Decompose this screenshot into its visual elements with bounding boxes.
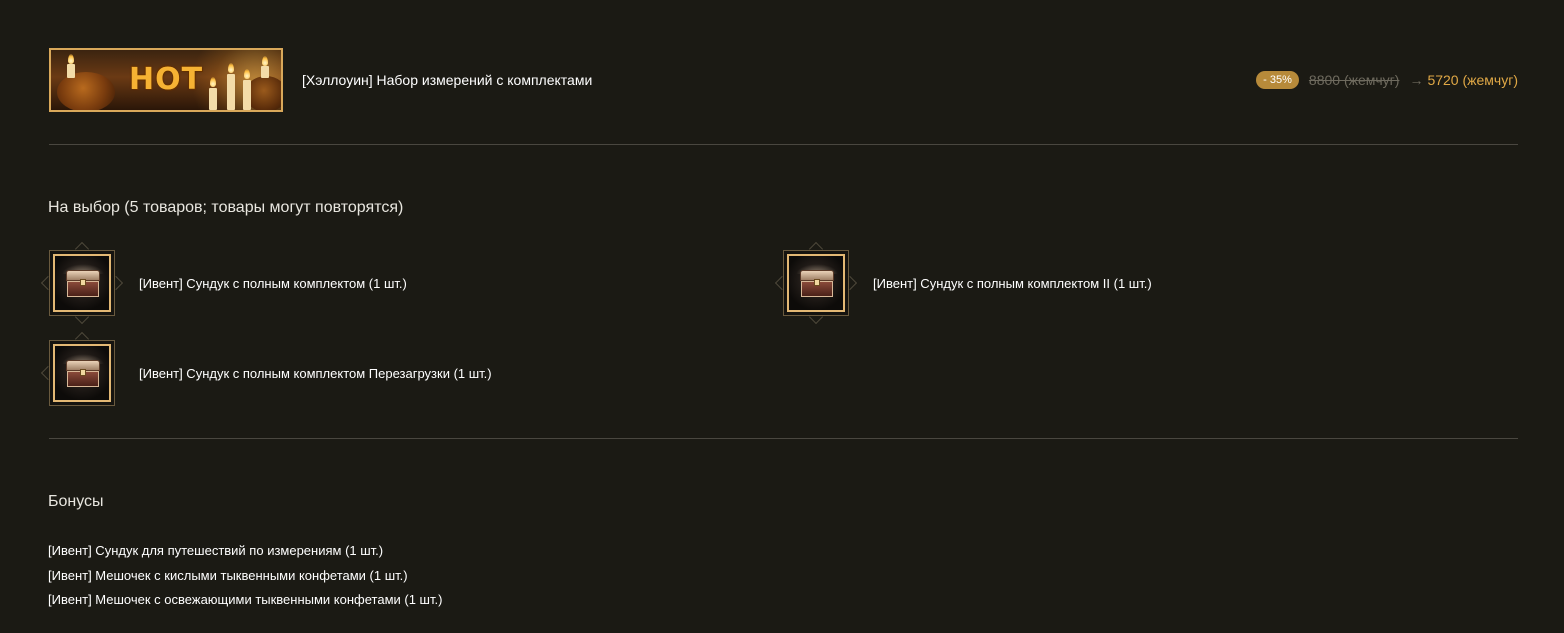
product-title[interactable]: [Хэллоуин] Набор измерений с комплектами	[302, 72, 592, 88]
chest-icon	[53, 344, 111, 402]
divider	[49, 144, 1518, 145]
candle-icon	[261, 66, 269, 78]
item-slot[interactable]	[774, 241, 858, 325]
item-slot[interactable]	[40, 241, 124, 325]
bonus-section-title: Бонусы	[48, 493, 104, 510]
candle-icon	[227, 74, 235, 110]
bonus-item: [Ивент] Мешочек с освежающими тыквенными…	[48, 592, 443, 607]
divider	[49, 438, 1518, 439]
choice-item[interactable]: [Ивент] Сундук с полным комплектом (1 шт…	[40, 241, 407, 325]
flame-icon	[68, 54, 74, 64]
discount-badge: - 35%	[1256, 71, 1299, 89]
bonus-item: [Ивент] Мешочек с кислыми тыквенными кон…	[48, 568, 408, 583]
choice-section-title: На выбор (5 товаров; товары могут повтор…	[48, 199, 404, 216]
price-arrow: →	[1409, 72, 1424, 88]
chest-icon	[787, 254, 845, 312]
flame-icon	[228, 63, 234, 73]
banner-hot-label: HOT	[129, 62, 204, 97]
choice-item-label: [Ивент] Сундук с полным комплектом (1 шт…	[139, 275, 407, 291]
choice-item-label: [Ивент] Сундук с полным комплектом II (1…	[873, 275, 1152, 291]
candle-icon	[243, 80, 251, 110]
old-price: 8800 (жемчуг)	[1308, 72, 1400, 88]
pumpkin-icon	[57, 72, 115, 110]
candle-icon	[67, 64, 75, 78]
flame-icon	[262, 56, 268, 66]
choice-item-label: [Ивент] Сундук с полным комплектом Перез…	[139, 365, 492, 381]
price-block: - 35% 8800 (жемчуг) → 5720 (жемчуг)	[1256, 70, 1518, 90]
choice-item[interactable]: [Ивент] Сундук с полным комплектом Перез…	[40, 331, 492, 406]
flame-icon	[210, 77, 216, 87]
hot-banner-image[interactable]: HOT	[49, 48, 283, 112]
candle-icon	[209, 88, 217, 110]
choice-item[interactable]: [Ивент] Сундук с полным комплектом II (1…	[774, 241, 1152, 325]
bonus-item: [Ивент] Сундук для путешествий по измере…	[48, 543, 384, 558]
flame-icon	[244, 69, 250, 79]
new-price: 5720 (жемчуг)	[1427, 72, 1518, 88]
item-slot[interactable]	[40, 331, 115, 406]
chest-icon	[53, 254, 111, 312]
